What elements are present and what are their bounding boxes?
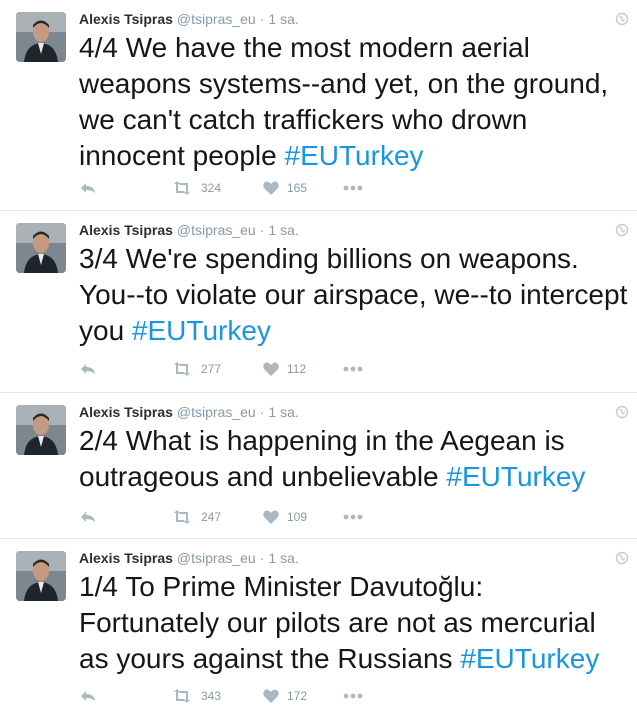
- retweet-button[interactable]: 277: [171, 362, 263, 376]
- like-button[interactable]: 165: [263, 181, 343, 195]
- separator: ·: [259, 11, 265, 27]
- reply-icon: [81, 183, 95, 193]
- tweet-text: 2/4 What is happening in the Aegean is o…: [79, 423, 629, 495]
- reply-icon: [81, 691, 95, 701]
- retweet-icon: [174, 510, 190, 524]
- separator: ·: [259, 404, 265, 420]
- retweet-button[interactable]: 343: [171, 689, 263, 703]
- retweet-count: 277: [201, 362, 222, 376]
- retweet-icon: [174, 362, 190, 376]
- heart-icon: [263, 181, 279, 195]
- reply-button[interactable]: [79, 362, 171, 376]
- like-count: 112: [287, 362, 307, 376]
- avatar[interactable]: [16, 551, 66, 601]
- retweet-count: 343: [201, 689, 222, 703]
- tweet-actions: 277 112: [79, 359, 363, 379]
- tweet-text: 3/4 We're spending billions on weapons. …: [79, 241, 629, 349]
- reply-icon: [81, 364, 95, 374]
- tweet-actions: 324 165: [79, 178, 363, 198]
- hashtag-link[interactable]: #EUTurkey: [446, 461, 585, 492]
- author-name[interactable]: Alexis Tsipras: [79, 222, 173, 238]
- author-handle[interactable]: @tsipras_eu: [177, 222, 256, 238]
- retweet-icon: [174, 181, 190, 195]
- globe-icon: [615, 551, 629, 565]
- tweet[interactable]: Alexis Tsipras @tsipras_eu · 1 sa. 1/4 To P…: [0, 539, 637, 714]
- reply-button[interactable]: [79, 689, 171, 703]
- tweet-text: 1/4 To Prime Minister Davutoğlu: Fortuna…: [79, 569, 629, 677]
- author-name[interactable]: Alexis Tsipras: [79, 11, 173, 27]
- tweet[interactable]: Alexis Tsipras @tsipras_eu · 1 sa. 2/4 What…: [0, 393, 637, 539]
- reply-button[interactable]: [79, 181, 171, 195]
- avatar[interactable]: [16, 223, 66, 273]
- retweet-count: 324: [201, 181, 222, 195]
- tweet[interactable]: Alexis Tsipras @tsipras_eu · 1 sa. 3/4 We'r…: [0, 211, 637, 393]
- hashtag-link[interactable]: #EUTurkey: [460, 643, 599, 674]
- more-button[interactable]: [343, 185, 363, 191]
- like-count: 109: [287, 510, 308, 524]
- globe-icon: [615, 223, 629, 237]
- heart-icon: [263, 510, 279, 524]
- tweet-header: Alexis Tsipras @tsipras_eu · 1 sa.: [79, 10, 299, 28]
- more-button[interactable]: [343, 366, 363, 372]
- tweet[interactable]: Alexis Tsipras @tsipras_eu · 1 sa. 4/4 We h…: [0, 0, 637, 211]
- like-button[interactable]: 112: [263, 362, 343, 376]
- heart-icon: [263, 362, 279, 376]
- like-count: 165: [287, 181, 308, 195]
- more-icon: [343, 366, 363, 372]
- reply-button[interactable]: [79, 510, 171, 524]
- globe-icon: [615, 12, 629, 26]
- tweet-header: Alexis Tsipras @tsipras_eu · 1 sa.: [79, 221, 299, 239]
- hashtag-link[interactable]: #EUTurkey: [132, 315, 271, 346]
- heart-icon: [263, 689, 279, 703]
- retweet-icon: [174, 689, 190, 703]
- retweet-count: 247: [201, 510, 222, 524]
- more-button[interactable]: [343, 693, 363, 699]
- tweet-feed: Alexis Tsipras @tsipras_eu · 1 sa. 4/4 We h…: [0, 0, 637, 714]
- more-button[interactable]: [343, 514, 363, 520]
- reply-icon: [81, 512, 95, 522]
- avatar[interactable]: [16, 12, 66, 62]
- tweet-text: 4/4 We have the most modern aerial weapo…: [79, 30, 629, 174]
- author-handle[interactable]: @tsipras_eu: [177, 550, 256, 566]
- tweet-actions: 343 172: [79, 686, 363, 706]
- author-handle[interactable]: @tsipras_eu: [177, 11, 256, 27]
- tweet-header: Alexis Tsipras @tsipras_eu · 1 sa.: [79, 549, 299, 567]
- separator: ·: [259, 222, 265, 238]
- author-name[interactable]: Alexis Tsipras: [79, 404, 173, 420]
- tweet-actions: 247 109: [79, 507, 363, 527]
- tweet-header: Alexis Tsipras @tsipras_eu · 1 sa.: [79, 403, 299, 421]
- more-icon: [343, 514, 363, 520]
- retweet-button[interactable]: 247: [171, 510, 263, 524]
- globe-icon: [615, 405, 629, 419]
- timestamp[interactable]: 1 sa.: [268, 11, 298, 27]
- like-button[interactable]: 172: [263, 689, 343, 703]
- avatar[interactable]: [16, 405, 66, 455]
- timestamp[interactable]: 1 sa.: [268, 550, 298, 566]
- timestamp[interactable]: 1 sa.: [268, 404, 298, 420]
- hashtag-link[interactable]: #EUTurkey: [285, 140, 424, 171]
- timestamp[interactable]: 1 sa.: [268, 222, 298, 238]
- separator: ·: [259, 550, 265, 566]
- more-icon: [343, 185, 363, 191]
- like-button[interactable]: 109: [263, 510, 343, 524]
- more-icon: [343, 693, 363, 699]
- author-handle[interactable]: @tsipras_eu: [177, 404, 256, 420]
- retweet-button[interactable]: 324: [171, 181, 263, 195]
- like-count: 172: [287, 689, 308, 703]
- author-name[interactable]: Alexis Tsipras: [79, 550, 173, 566]
